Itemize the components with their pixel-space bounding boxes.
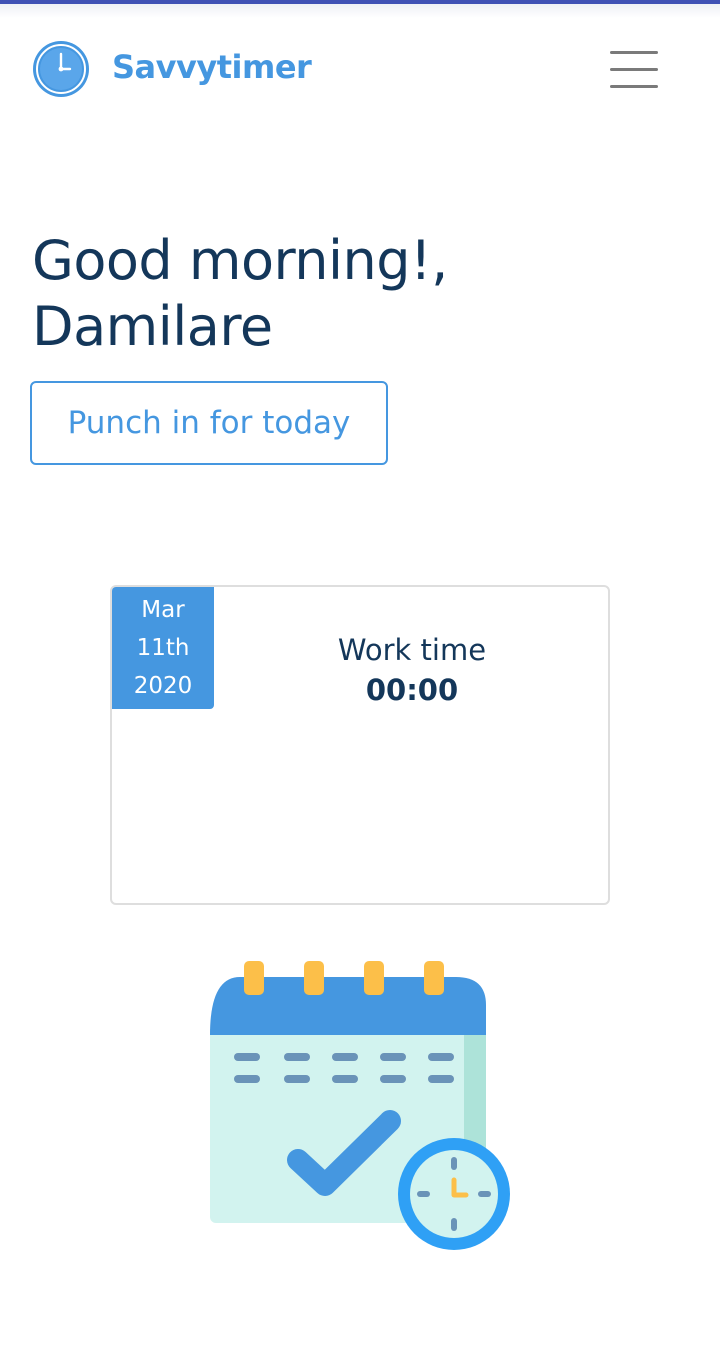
hamburger-menu-icon[interactable] [604,46,664,94]
header-shadow [0,4,720,18]
brand-name[interactable]: Savvytimer [112,48,312,86]
date-day: 11th [136,635,190,661]
date-badge: Mar 11th 2020 [112,587,214,709]
date-year: 2020 [133,673,193,699]
date-month: Mar [141,597,185,623]
calendar-check-clock-icon [200,955,520,1255]
punch-in-button[interactable]: Punch in for today [30,381,388,465]
greeting-line: Good morning!, [32,229,448,292]
clock-icon[interactable] [32,40,90,98]
work-time-value: 00:00 [365,673,459,707]
greeting-heading: Good morning!, Damilare [32,228,672,360]
app-header: Savvytimer [0,18,720,122]
work-time-label: Work time [337,633,487,667]
user-name: Damilare [32,295,273,358]
work-time-card: Mar 11th 2020 Work time 00:00 [110,585,610,905]
